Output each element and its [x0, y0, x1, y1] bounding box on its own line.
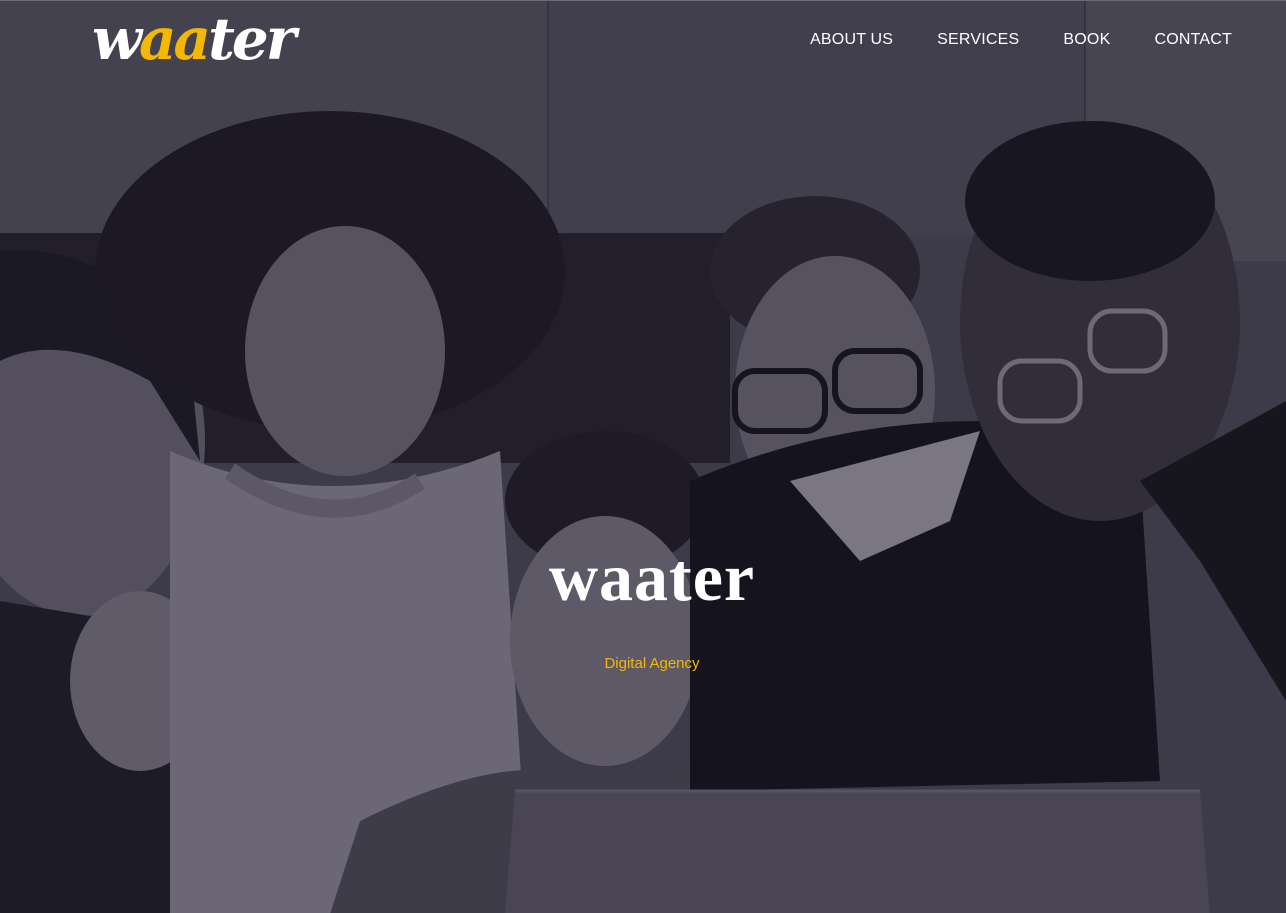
nav-services[interactable]: SERVICES [937, 30, 1019, 50]
hero-section: waater ABOUT US SERVICES BOOK CONTACT wa… [0, 0, 1286, 913]
hero-overlay [0, 1, 1286, 913]
logo-part-1: w [92, 5, 142, 73]
nav-about-us[interactable]: ABOUT US [810, 30, 893, 50]
logo-accent: aa [138, 5, 211, 73]
nav-contact[interactable]: CONTACT [1154, 30, 1232, 50]
hero-title: waater [548, 538, 756, 615]
site-logo[interactable]: waater [92, 5, 296, 73]
logo-part-3: ter [208, 5, 296, 73]
hero-subtitle: Digital Agency [604, 655, 700, 672]
main-nav: ABOUT US SERVICES BOOK CONTACT [810, 30, 1232, 50]
nav-book[interactable]: BOOK [1063, 30, 1110, 50]
